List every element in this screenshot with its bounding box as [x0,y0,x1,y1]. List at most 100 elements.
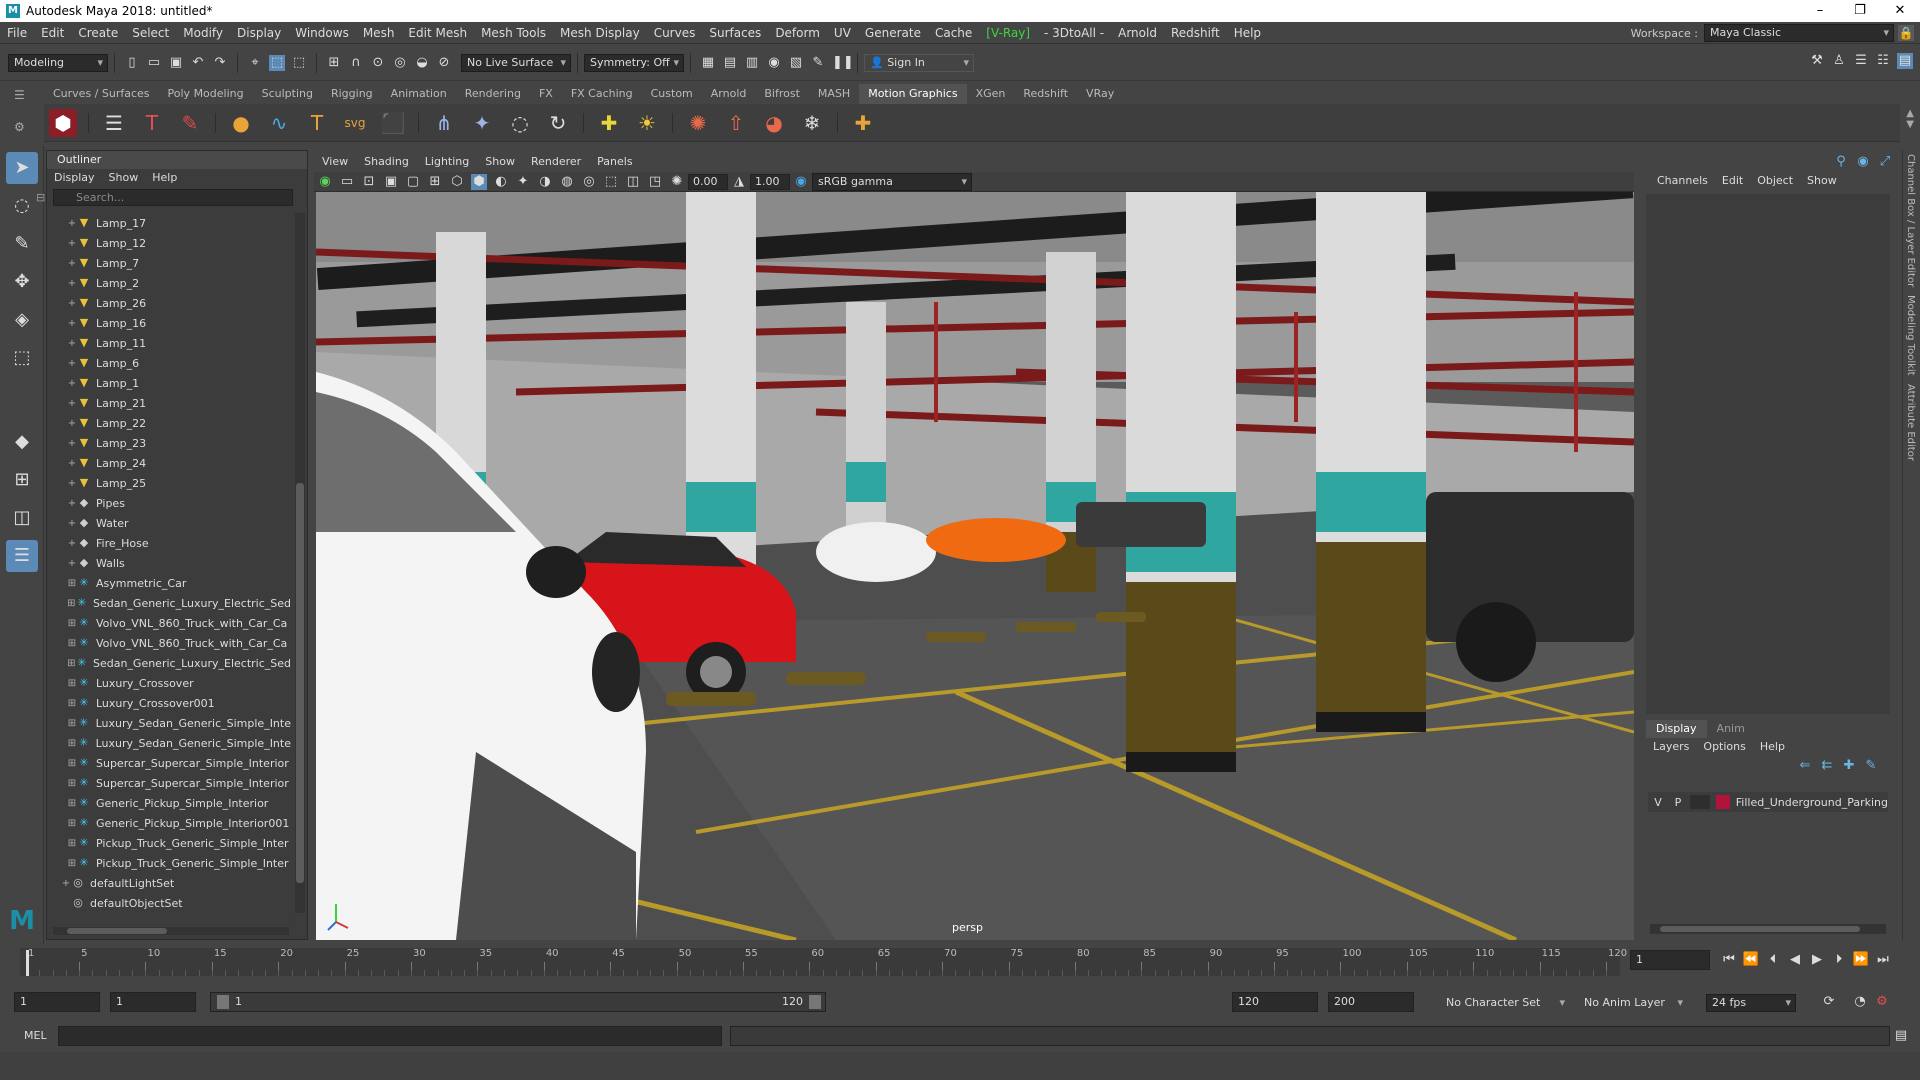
menu-mesh[interactable]: Mesh [356,22,402,44]
outliner-menu-show[interactable]: Show [102,169,146,187]
outliner-item[interactable]: ⊞ ✳ Luxury_Crossover001 [47,693,291,713]
outliner-item[interactable]: + ▼ Lamp_21 [47,393,291,413]
outliner-item[interactable]: + ▼ Lamp_22 [47,413,291,433]
outliner-item[interactable]: + ▼ Lamp_25 [47,473,291,493]
menu-uv[interactable]: UV [827,22,858,44]
layer-visibility[interactable]: V [1648,796,1668,809]
pause-icon[interactable]: ❚❚ [832,55,854,71]
go-to-start-icon[interactable]: ⏮ [1718,952,1740,967]
menu-cache[interactable]: Cache [928,22,979,44]
channel-menu-show[interactable]: Show [1800,174,1844,187]
redo-icon[interactable]: ↷ [212,55,228,71]
layer-display-type[interactable] [1689,795,1710,809]
expand-icon[interactable]: ⊞ [67,818,77,829]
menu-modify[interactable]: Modify [176,22,230,44]
snap-surface-icon[interactable]: ◒ [414,55,430,71]
lasso-tool-icon[interactable]: ◌ [6,190,38,222]
time-ruler[interactable]: 1 5 10 15 20 25 30 35 40 45 50 55 60 65 70 75 80 85 90 95 10… [20,948,1627,976]
outliner-menu-help[interactable]: Help [145,169,184,187]
attribute-editor-icon[interactable]: ☰ [1853,53,1869,69]
character-set-dropdown[interactable]: No Character Set [1440,994,1570,1012]
gamma-icon[interactable]: ◮ [731,174,747,190]
side-tab-modeling-toolkit[interactable]: Modeling Toolkit [1903,291,1918,380]
outliner-item[interactable]: ◎ defaultObjectSet [47,893,291,913]
shelf-settings-icon[interactable]: ⚙ [14,120,25,134]
filter-icon[interactable]: ⊟ [36,190,45,205]
gamma-field[interactable]: 1.00 [750,173,790,190]
outliner-item[interactable]: + ◆ Walls [47,553,291,573]
layer-menu-layers[interactable]: Layers [1646,738,1696,756]
exposure-field[interactable]: 0.00 [688,173,728,190]
play-forward-icon[interactable]: ▶ [1806,952,1828,967]
shelf-tab-poly-modeling[interactable]: Poly Modeling [159,84,253,104]
outliner-item[interactable]: ⊞ ✳ Generic_Pickup_Simple_Interior001 [47,813,291,833]
menu-help[interactable]: Help [1227,22,1268,44]
expand-icon[interactable]: + [67,258,77,269]
isolate-select-icon[interactable]: ⬚ [603,174,619,190]
cube-icon[interactable]: ⬛ [379,109,407,137]
anim-layer-dropdown[interactable]: No Anim Layer [1578,994,1688,1012]
side-tab-channel-box-layer-editor[interactable]: Channel Box / Layer Editor [1903,150,1918,291]
expand-icon[interactable]: + [67,298,77,309]
expand-icon[interactable]: ⊞ [67,698,77,709]
outliner-item[interactable]: + ▼ Lamp_23 [47,433,291,453]
outliner-item[interactable]: ⊞ ✳ Supercar_Supercar_Simple_Interior [47,753,291,773]
menu-3dtoall[interactable]: - 3DtoAll - [1037,22,1111,44]
expand-icon[interactable]: + [67,438,77,449]
menu-mesh-display[interactable]: Mesh Display [553,22,647,44]
channel-menu-channels[interactable]: Channels [1650,174,1715,187]
sun-light-icon[interactable]: ☀ [633,109,661,137]
snowflake-icon[interactable]: ❄ [798,109,826,137]
color-management-icon[interactable]: ◉ [793,174,809,190]
expand-icon[interactable]: + [61,878,71,889]
shelf-tab-fx[interactable]: FX [530,84,562,104]
expand-icon[interactable]: + [67,218,77,229]
expand-icon[interactable]: + [67,458,77,469]
render-sequence-icon[interactable]: ▤ [722,55,738,71]
expand-icon[interactable]: + [67,238,77,249]
snap-view-icon[interactable]: ◎ [392,55,408,71]
list-icon[interactable]: ☰ [100,109,128,137]
shelf-menu-icon[interactable]: ☰ [14,88,25,102]
outliner-hscrollbar[interactable] [53,927,289,935]
expand-icon[interactable]: + [67,338,77,349]
menu-edit-mesh[interactable]: Edit Mesh [401,22,474,44]
arrow-up-icon[interactable]: ⇧ [722,109,750,137]
move-layer-up-icon[interactable]: ⇐ [1797,758,1813,774]
channel-menu-edit[interactable]: Edit [1715,174,1750,187]
playback-start-field[interactable]: 1 [110,992,196,1012]
outliner-search-input[interactable]: Search... ⊟ [36,189,293,206]
modeling-toolkit-icon[interactable]: ⚒ [1809,53,1825,69]
outliner-item[interactable]: ⊞ ✳ Luxury_Sedan_Generic_Simple_Inte [47,713,291,733]
channel-box-icon[interactable]: ▤ [1897,53,1913,69]
scatter-icon[interactable]: ✦ [468,109,496,137]
menu-vray[interactable]: [V-Ray] [979,22,1037,44]
expand-icon[interactable]: + [67,318,77,329]
shelf-tab-mash[interactable]: MASH [809,84,859,104]
expand-icon[interactable]: + [67,418,77,429]
antialias-icon[interactable]: ◎ [581,174,597,190]
live-surface-dropdown[interactable]: No Live Surface [461,53,571,72]
spin-icon[interactable]: ↻ [544,109,572,137]
start-time-field[interactable]: 1 [14,992,100,1012]
menu-arnold[interactable]: Arnold [1111,22,1164,44]
expand-icon[interactable]: ⊞ [67,858,77,869]
shelf-tab-xgen[interactable]: XGen [967,84,1015,104]
step-back-frame-icon[interactable]: ⏴ [1762,952,1784,967]
outliner-item[interactable]: + ▼ Lamp_26 [47,293,291,313]
layer-playback[interactable]: P [1668,796,1688,809]
snap-point-icon[interactable]: ⊙ [370,55,386,71]
exposure-icon[interactable]: ✺ [669,174,685,190]
expand-icon[interactable]: ⊞ [67,598,76,609]
expand-icon[interactable]: ⊞ [67,578,77,589]
plus-icon[interactable]: ✚ [849,109,877,137]
xray-icon[interactable]: ◫ [625,174,641,190]
xray-joints-icon[interactable]: ◳ [647,174,663,190]
outliner-item[interactable]: + ▼ Lamp_17 [47,213,291,233]
camera-select-icon[interactable]: ▭ [339,174,355,190]
two-view-icon[interactable]: ◫ [6,502,38,534]
particle-icon[interactable]: ✺ [684,109,712,137]
expand-icon[interactable]: ⊞ [67,618,77,629]
step-forward-frame-icon[interactable]: ⏵ [1828,952,1850,967]
text-icon[interactable]: T [303,109,331,137]
